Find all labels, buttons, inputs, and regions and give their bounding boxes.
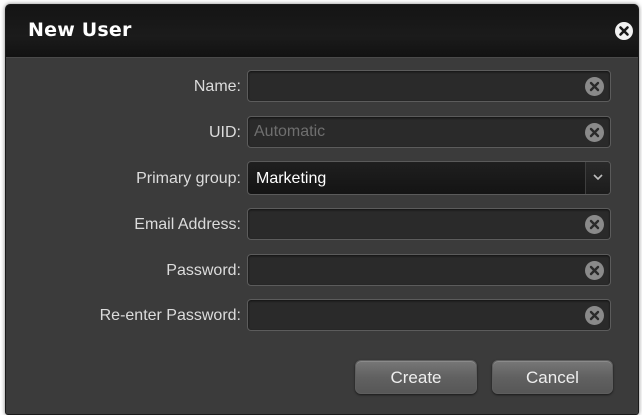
uid-input[interactable] [254, 117, 574, 147]
dialog-body: Name: UID: Pri [6, 58, 638, 414]
name-field-box [247, 70, 611, 102]
uid-row: UID: [6, 116, 638, 150]
cancel-button[interactable]: Cancel [492, 360, 613, 394]
primary-group-row: Primary group: Marketing [6, 161, 638, 195]
name-row: Name: [6, 70, 638, 104]
primary-group-value: Marketing [256, 170, 327, 187]
new-user-dialog: New User Name: UID: Automatic Primary gr… [5, 4, 639, 415]
reenter-password-field-box [247, 299, 611, 331]
clear-icon[interactable] [585, 215, 604, 234]
clear-icon[interactable] [585, 306, 604, 325]
dialog-titlebar[interactable]: New User [6, 5, 638, 58]
email-field-box [247, 208, 611, 240]
reenter-password-input[interactable] [254, 300, 574, 330]
password-field-box [247, 254, 611, 286]
uid-label: UID: [209, 124, 241, 141]
password-row: Password: [6, 254, 638, 288]
dialog-title: New User [28, 19, 132, 41]
email-row: Email Address: [6, 208, 638, 242]
password-label: Password: [166, 262, 241, 279]
clear-icon[interactable] [585, 77, 604, 96]
name-label: Name: [193, 78, 241, 95]
uid-field-box [247, 116, 611, 148]
create-button[interactable]: Create [355, 360, 477, 394]
primary-group-label: Primary group: [136, 170, 241, 187]
email-input[interactable] [254, 209, 574, 239]
primary-group-select[interactable]: Marketing [247, 161, 611, 195]
clear-icon[interactable] [585, 261, 604, 280]
chevron-down-icon[interactable] [585, 162, 610, 194]
password-input[interactable] [254, 255, 574, 285]
reenter-password-label: Re-enter Password: [99, 307, 241, 324]
reenter-password-row: Re-enter Password: [6, 299, 638, 333]
email-label: Email Address: [134, 216, 241, 233]
clear-icon[interactable] [585, 123, 604, 142]
name-input[interactable] [254, 71, 574, 101]
close-icon[interactable] [615, 22, 633, 40]
